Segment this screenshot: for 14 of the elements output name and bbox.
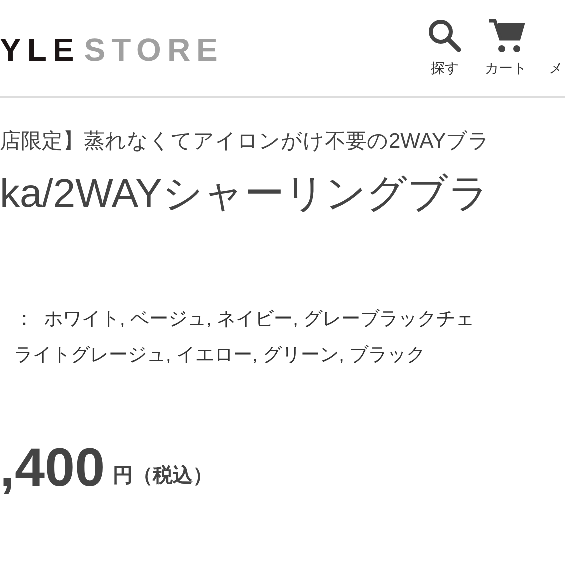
product-subtitle: 店限定】蒸れなくてアイロンがけ不要の2WAYブラ [0,129,492,155]
product-title: ka/2WAYシャーリングブラ [0,170,490,218]
nav-link[interactable]: 探す [427,18,463,79]
logo-text: YLE [0,34,80,66]
price-text: ,400 [0,440,106,494]
nav-link[interactable]: メ [549,18,563,79]
search-icon [427,18,463,54]
color-list: ライトグレージュ, イエロー, グリーン, ブラック [0,342,565,370]
logo-text: STORE [84,34,224,66]
separator-text: ： [15,308,34,332]
cart-icon [487,18,525,54]
price-unit: 円（税込） [113,464,214,488]
nav-link[interactable]: カート [485,18,527,79]
color-list: ホワイト, ベージュ, ネイビー, グレーブラックチェ [44,306,475,334]
